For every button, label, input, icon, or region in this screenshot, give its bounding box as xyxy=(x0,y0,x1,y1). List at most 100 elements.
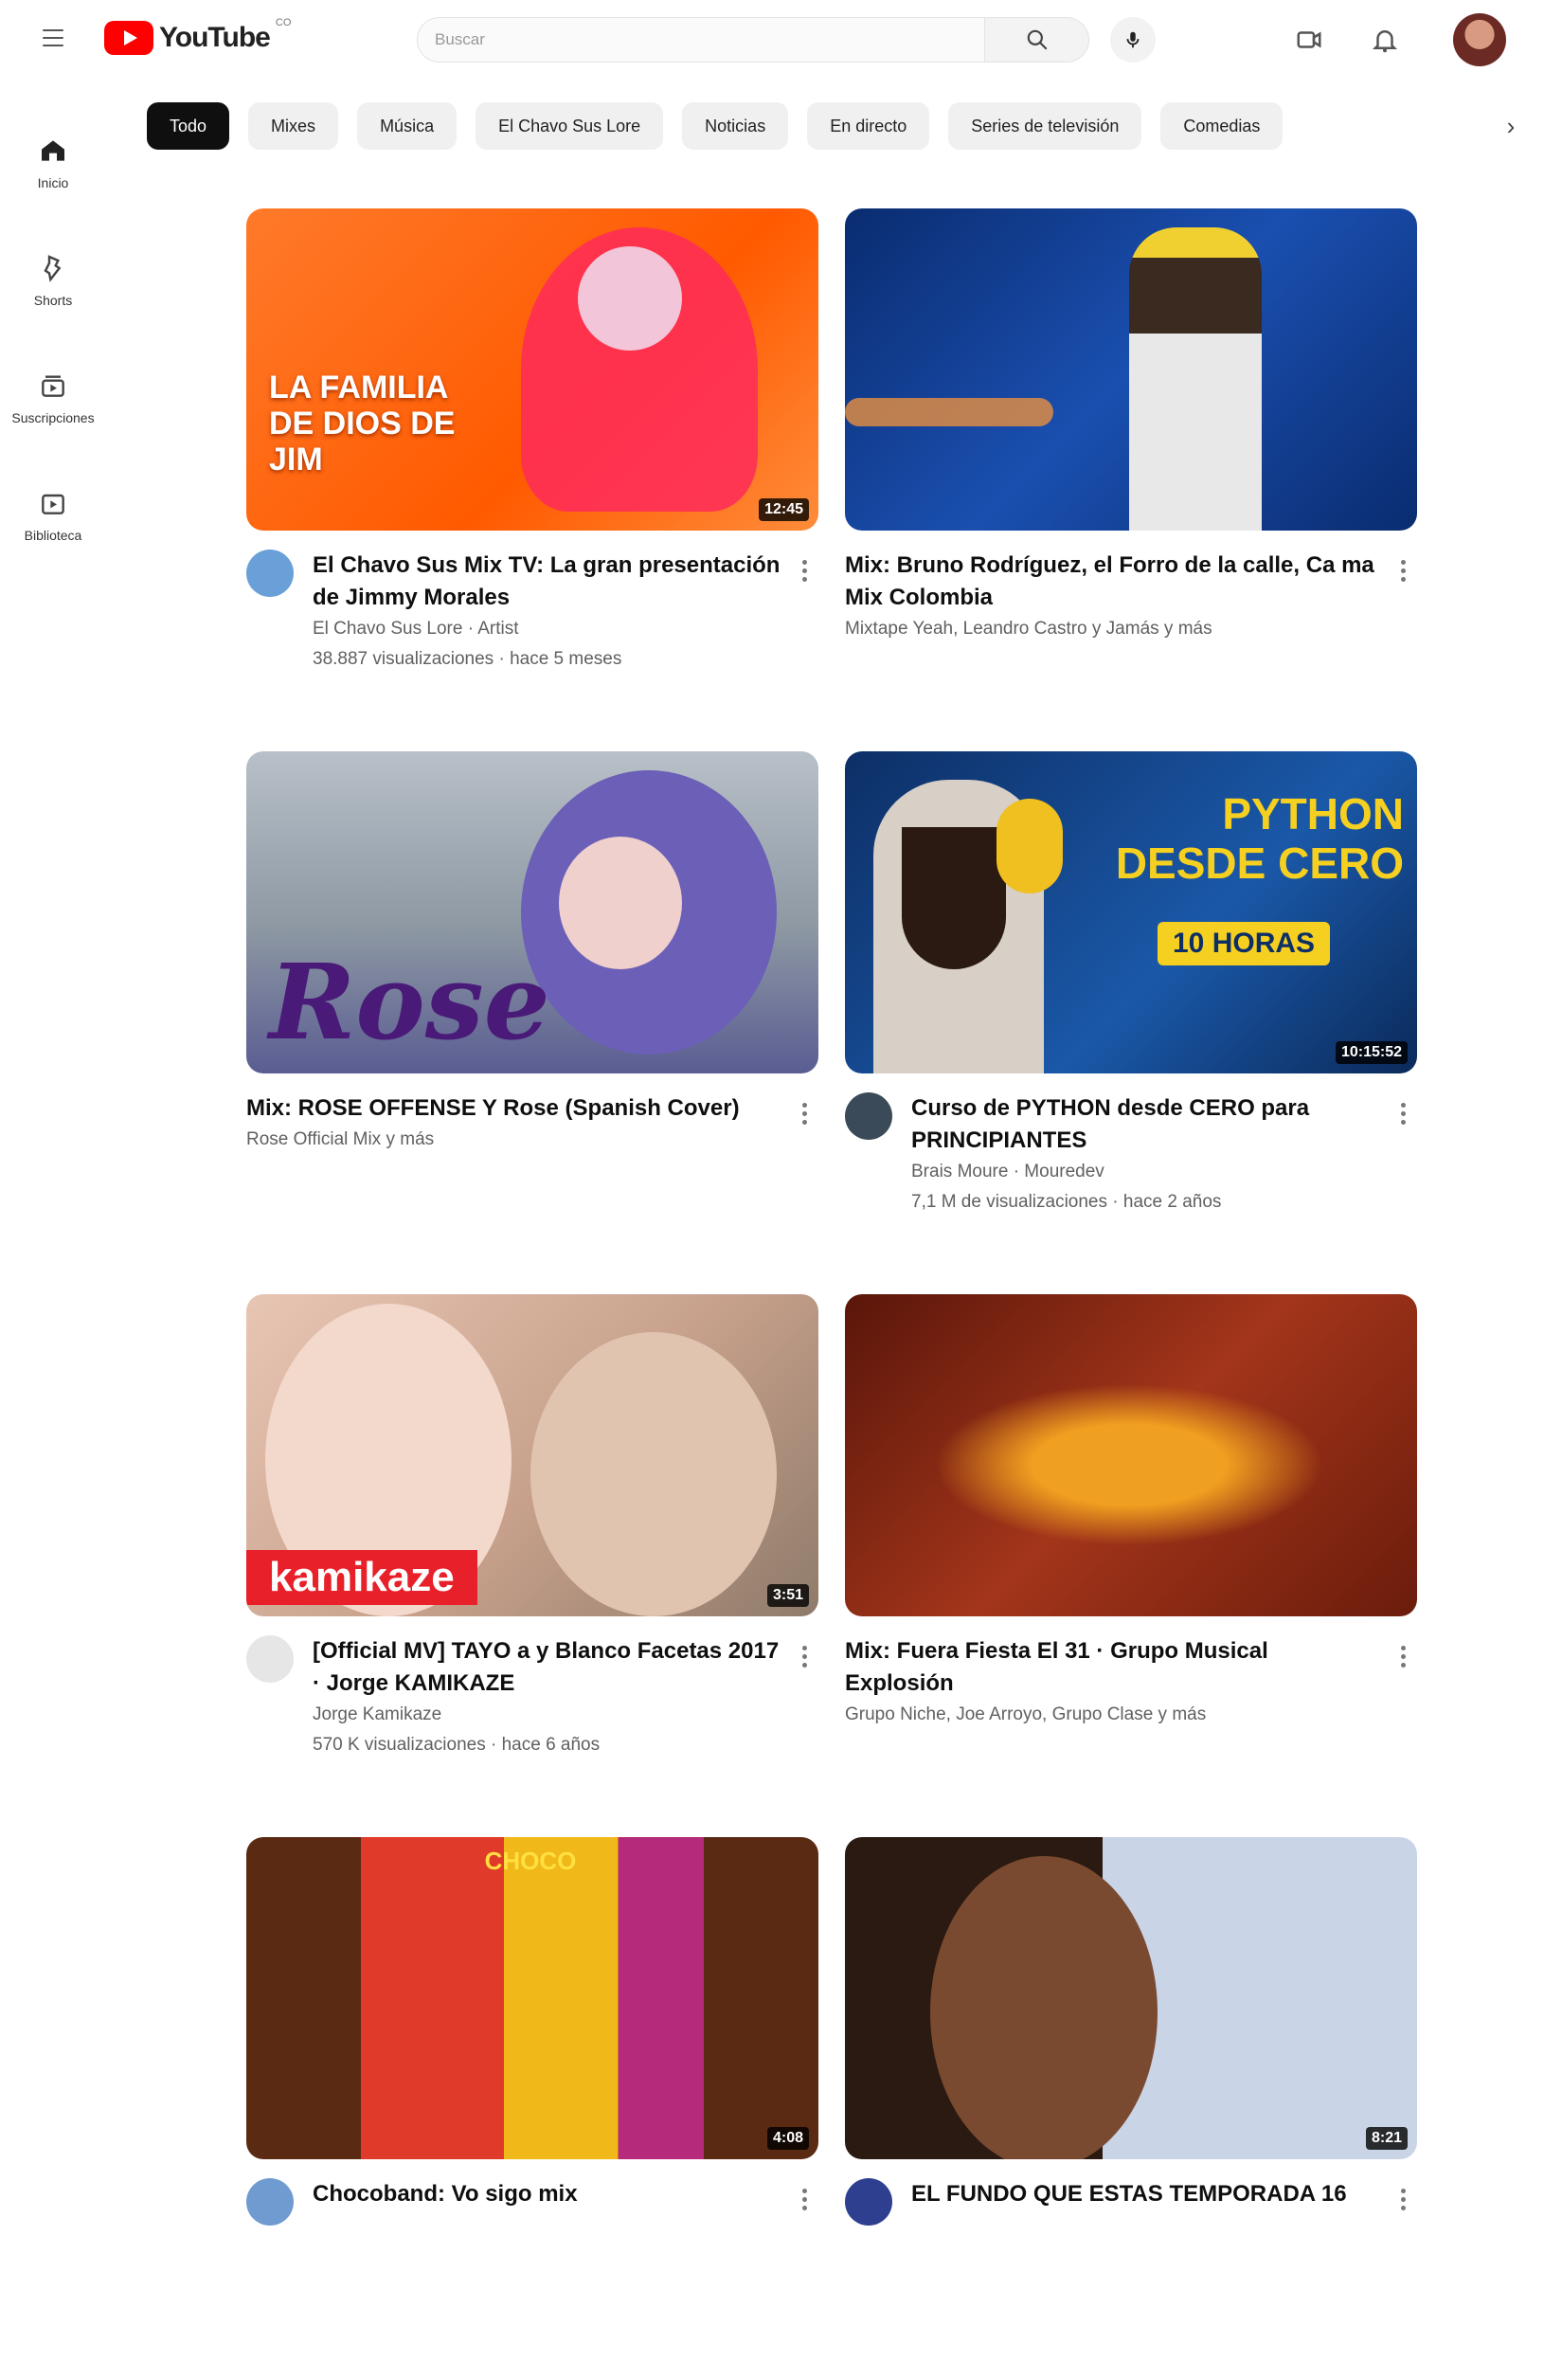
video-stats: 7,1 M de visualizaciones · hace 2 años xyxy=(911,1192,1222,1212)
video-duration: 10:15:52 xyxy=(1335,1041,1408,1064)
shorts-icon xyxy=(44,255,62,282)
thumbnail-stage xyxy=(902,1370,1356,1560)
notifications-button[interactable] xyxy=(1364,19,1406,61)
search-button[interactable] xyxy=(985,17,1089,63)
masthead: YouTube CO Buscar xyxy=(0,0,1544,80)
thumbnail-caption: CHOCO xyxy=(484,1847,577,1875)
thumbnail-badge: 10 HORAS xyxy=(1158,922,1331,965)
chevron-right-icon[interactable]: › xyxy=(1487,102,1535,150)
channel-name[interactable]: Brais Moure · Mouredev xyxy=(911,1157,1379,1187)
more-actions-icon[interactable] xyxy=(1389,1096,1417,1130)
video-card[interactable]: CHOCO 4:08 Chocoband: Vo sigo mix xyxy=(246,1837,818,2380)
home-icon xyxy=(42,140,64,161)
thumbnail-caption: PYTHON DESDE CERO xyxy=(1115,789,1404,888)
more-actions-icon[interactable] xyxy=(1389,1639,1417,1673)
sidebar-item-home[interactable]: Inicio xyxy=(0,104,106,222)
video-thumbnail[interactable]: Rose xyxy=(246,751,818,1073)
chip-el-chavo[interactable]: El Chavo Sus Lore xyxy=(476,102,664,150)
video-thumbnail[interactable] xyxy=(845,208,1417,531)
voice-search-button[interactable] xyxy=(1110,17,1156,63)
chip-comedias[interactable]: Comedias xyxy=(1160,102,1284,150)
subscriptions-icon xyxy=(42,375,64,397)
thumbnail-face xyxy=(930,1856,1158,2159)
chip-todo[interactable]: Todo xyxy=(147,102,230,150)
create-video-icon xyxy=(1297,31,1321,48)
thumbnail-face xyxy=(578,246,682,351)
logo-country: CO xyxy=(275,17,292,28)
video-title[interactable]: Curso de PYTHON desde CERO para PRINCIPI… xyxy=(911,1092,1379,1157)
video-duration: 4:08 xyxy=(766,2127,809,2150)
channel-avatar[interactable] xyxy=(845,1092,892,1140)
search-input[interactable]: Buscar xyxy=(417,17,985,63)
video-stats: 570 K visualizaciones · hace 6 años xyxy=(313,1735,601,1755)
more-actions-icon[interactable] xyxy=(790,1639,818,1673)
filter-chips-bar: Todo Mixes Música El Chavo Sus Lore Noti… xyxy=(147,102,1520,150)
more-actions-icon[interactable] xyxy=(790,553,818,587)
video-thumbnail[interactable]: CHOCO 4:08 xyxy=(246,1837,818,2159)
video-thumbnail[interactable] xyxy=(845,1294,1417,1616)
thumbnail-face xyxy=(530,1332,777,1616)
logo-text: YouTube xyxy=(159,22,271,53)
chip-musica[interactable]: Música xyxy=(357,102,458,150)
chip-mixes[interactable]: Mixes xyxy=(248,102,339,150)
video-thumbnail[interactable]: LA FAMILIA DE DIOS DE JIM 12:45 xyxy=(246,208,818,531)
mix-artists: Mixtape Yeah, Leandro Castro y Jamás y m… xyxy=(845,619,1212,639)
chip-noticias[interactable]: Noticias xyxy=(682,102,789,150)
sidebar-item-shorts[interactable]: Shorts xyxy=(0,222,106,339)
video-card[interactable]: kamikaze 3:51 [Official MV] TAYO a y Bla… xyxy=(246,1294,818,1837)
video-title[interactable]: EL FUNDO QUE ESTAS TEMPORADA 16 xyxy=(911,2178,1379,2210)
library-icon xyxy=(42,494,64,514)
sidebar-item-label: Biblioteca xyxy=(24,528,82,543)
chip-series[interactable]: Series de televisión xyxy=(948,102,1142,150)
video-duration: 12:45 xyxy=(759,498,809,521)
channel-avatar[interactable] xyxy=(246,2178,294,2226)
video-thumbnail[interactable]: kamikaze 3:51 xyxy=(246,1294,818,1616)
sidebar-item-subscriptions[interactable]: Suscripciones xyxy=(0,339,106,457)
more-actions-icon[interactable] xyxy=(790,2182,818,2216)
video-duration: 3:51 xyxy=(766,1584,809,1607)
youtube-logo[interactable]: YouTube CO xyxy=(104,17,291,55)
channel-avatar[interactable] xyxy=(246,1635,294,1683)
mix-artists: Grupo Niche, Joe Arroyo, Grupo Clase y m… xyxy=(845,1704,1207,1724)
thumbnail-face xyxy=(559,837,682,969)
account-avatar[interactable] xyxy=(1453,13,1506,66)
channel-avatar[interactable] xyxy=(845,2178,892,2226)
video-card[interactable]: Mix: Bruno Rodríguez, el Forro de la cal… xyxy=(845,208,1417,751)
video-card[interactable]: 8:21 EL FUNDO QUE ESTAS TEMPORADA 16 xyxy=(845,1837,1417,2380)
mini-guide: Inicio Shorts Suscripciones Biblioteca xyxy=(0,104,106,574)
video-title[interactable]: Mix: Bruno Rodríguez, el Forro de la cal… xyxy=(845,550,1379,614)
microphone-icon xyxy=(1126,31,1140,48)
more-actions-icon[interactable] xyxy=(790,1096,818,1130)
chip-en-directo[interactable]: En directo xyxy=(807,102,930,150)
channel-name[interactable]: Jorge Kamikaze xyxy=(313,1700,781,1730)
channel-avatar[interactable] xyxy=(246,550,294,597)
video-card[interactable]: Mix: Fuera Fiesta El 31 · Grupo Musical … xyxy=(845,1294,1417,1837)
search-icon xyxy=(1027,29,1048,50)
sidebar-item-label: Suscripciones xyxy=(11,410,95,425)
video-duration: 8:21 xyxy=(1365,2127,1408,2150)
video-title[interactable]: El Chavo Sus Mix TV: La gran presentació… xyxy=(313,550,781,614)
create-button[interactable] xyxy=(1288,19,1330,61)
more-actions-icon[interactable] xyxy=(1389,553,1417,587)
python-logo-icon xyxy=(996,799,1063,893)
sidebar-item-label: Inicio xyxy=(37,175,69,190)
thumbnail-figure xyxy=(1129,227,1262,531)
video-thumbnail[interactable]: 8:21 xyxy=(845,1837,1417,2159)
thumbnail-caption: Rose xyxy=(269,941,550,1063)
video-title[interactable]: Mix: ROSE OFFENSE Y Rose (Spanish Cover) xyxy=(246,1092,781,1125)
thumbnail-light xyxy=(845,398,1053,426)
bell-icon xyxy=(1372,30,1398,53)
sidebar-item-library[interactable]: Biblioteca xyxy=(0,457,106,574)
video-title[interactable]: Chocoband: Vo sigo mix xyxy=(313,2178,781,2210)
more-actions-icon[interactable] xyxy=(1389,2182,1417,2216)
thumbnail-caption: LA FAMILIA DE DIOS DE JIM xyxy=(269,370,456,478)
video-thumbnail[interactable]: PYTHON DESDE CERO 10 HORAS 10:15:52 xyxy=(845,751,1417,1073)
video-card[interactable]: PYTHON DESDE CERO 10 HORAS 10:15:52 Curs… xyxy=(845,751,1417,1294)
video-card[interactable]: Rose Mix: ROSE OFFENSE Y Rose (Spanish C… xyxy=(246,751,818,1294)
video-title[interactable]: [Official MV] TAYO a y Blanco Facetas 20… xyxy=(313,1635,781,1700)
channel-name[interactable]: El Chavo Sus Lore · Artist xyxy=(313,614,781,644)
menu-icon[interactable] xyxy=(34,19,72,57)
video-title[interactable]: Mix: Fuera Fiesta El 31 · Grupo Musical … xyxy=(845,1635,1379,1700)
video-card[interactable]: LA FAMILIA DE DIOS DE JIM 12:45 El Chavo… xyxy=(246,208,818,751)
video-stats: 38.887 visualizaciones · hace 5 meses xyxy=(313,649,622,669)
